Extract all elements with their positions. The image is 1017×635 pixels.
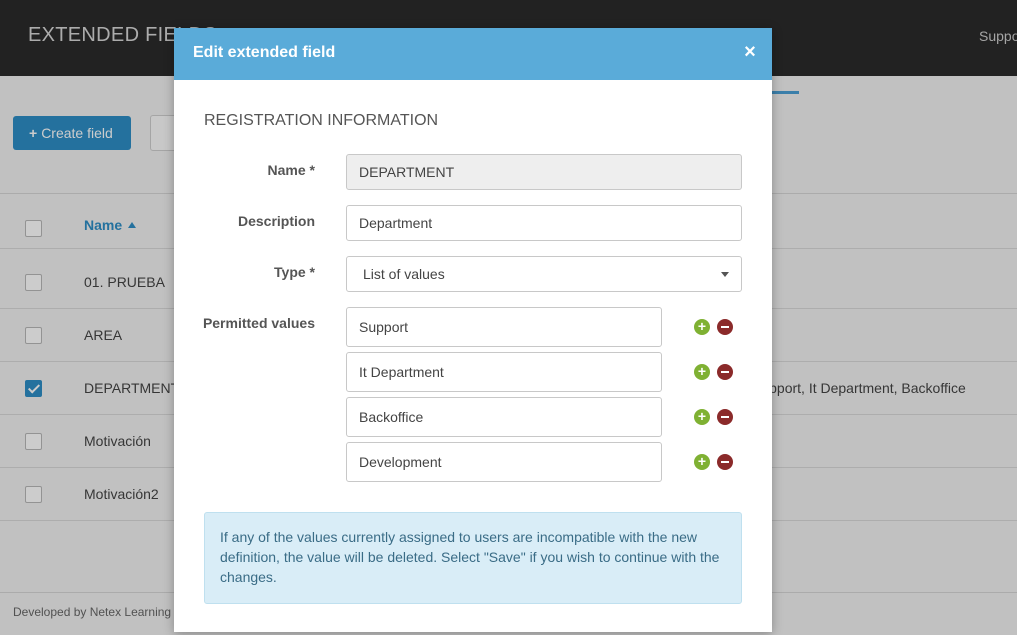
permitted-value-input[interactable]: Backoffice (346, 397, 662, 437)
remove-value-icon[interactable] (717, 409, 733, 425)
permitted-values-label: Permitted values (202, 315, 315, 331)
warning-alert: If any of the values currently assigned … (204, 512, 742, 604)
remove-value-icon[interactable] (717, 364, 733, 380)
add-value-icon[interactable] (694, 454, 710, 470)
close-icon[interactable]: × (740, 40, 760, 64)
modal-header: Edit extended field × (174, 28, 772, 80)
type-label: Type * (274, 264, 315, 280)
description-field[interactable]: Department (346, 205, 742, 241)
add-value-icon[interactable] (694, 319, 710, 335)
add-value-icon[interactable] (694, 364, 710, 380)
permitted-value-input[interactable]: Support (346, 307, 662, 347)
remove-value-icon[interactable] (717, 454, 733, 470)
chevron-down-icon (721, 272, 729, 277)
modal-title: Edit extended field (193, 44, 336, 61)
name-field: DEPARTMENT (346, 154, 742, 190)
remove-value-icon[interactable] (717, 319, 733, 335)
type-select[interactable]: List of values (346, 256, 742, 292)
type-select-value: List of values (363, 266, 445, 282)
add-value-icon[interactable] (694, 409, 710, 425)
name-label: Name * (267, 162, 315, 178)
description-label: Description (237, 213, 315, 229)
edit-field-modal: Edit extended field × REGISTRATION INFOR… (174, 28, 772, 632)
permitted-value-input[interactable]: It Department (346, 352, 662, 392)
section-title: REGISTRATION INFORMATION (204, 112, 439, 129)
permitted-value-input[interactable]: Development (346, 442, 662, 482)
